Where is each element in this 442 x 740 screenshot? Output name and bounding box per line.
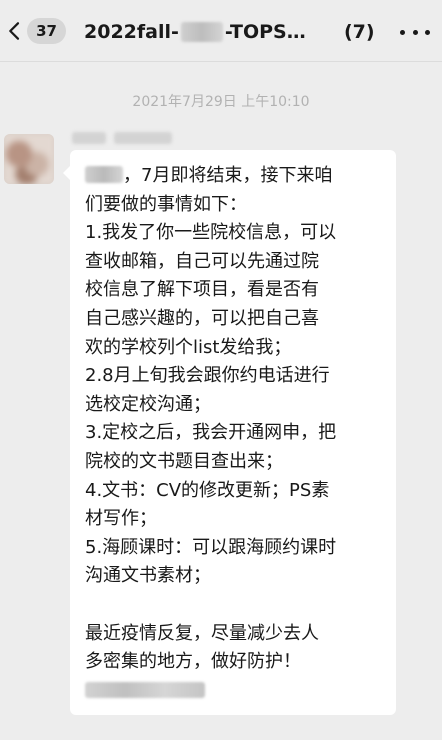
- chat-title-suffix: -TOPS…: [224, 21, 306, 43]
- message-line: 院校的文书题目查出来；: [85, 450, 283, 472]
- message-line: 查收邮箱，自己可以先通过院: [85, 250, 319, 272]
- message-line: 3.定校之后，我会开通网申，把: [85, 422, 337, 444]
- message-line: 欢的学校列个list发给我；: [85, 336, 292, 358]
- sender-name-redacted: [72, 132, 182, 146]
- message-line: 2.8月上旬我会跟你约电话进行: [85, 365, 330, 387]
- message-line: 自己感兴趣的，可以把自己喜: [85, 307, 319, 329]
- message-timestamp: 2021年7月29日 上午10:10: [132, 94, 310, 110]
- message-line: 1.我发了你一些院校信息，可以: [85, 222, 337, 244]
- message-line: 材写作；: [85, 508, 157, 530]
- redacted-name: [85, 166, 123, 183]
- message-line: 沟通文书素材；: [85, 565, 211, 587]
- member-count: (7): [344, 21, 375, 43]
- message-line: 最近疫情反复，尽量减少去人: [85, 622, 319, 644]
- redacted-signature: [85, 681, 205, 698]
- message-signature: [85, 677, 382, 706]
- chat-title: 2022fall- -TOPS…: [84, 18, 306, 46]
- redacted-title-segment: [180, 22, 223, 42]
- back-button[interactable]: 37: [6, 14, 66, 48]
- chat-title-prefix: 2022fall-: [84, 21, 179, 43]
- avatar[interactable]: [4, 134, 54, 184]
- message-bubble[interactable]: ，7月即将结束，接下来咱 们要做的事情如下： 1.我发了你一些院校信息，可以 查…: [63, 150, 396, 715]
- message-line: ，7月即将结束，接下来咱: [85, 162, 382, 191]
- more-dots-icon: [400, 29, 405, 35]
- navigation-bar: 37 2022fall- -TOPS… (7): [0, 0, 442, 62]
- message-line: 5.海顾课时：可以跟海顾约课时: [85, 536, 337, 558]
- message-line: 校信息了解下项目，看是否有: [85, 279, 319, 301]
- message-line: 们要做的事情如下：: [85, 193, 247, 215]
- more-options-button[interactable]: [400, 22, 430, 42]
- chevron-left-icon: [9, 22, 20, 40]
- unread-count-badge: 37: [27, 18, 66, 44]
- message-line: 4.文书：CV的修改更新；PS素: [85, 479, 330, 501]
- message-line: 选校定校沟通；: [85, 393, 211, 415]
- message-line: 多密集的地方，做好防护！: [85, 651, 301, 673]
